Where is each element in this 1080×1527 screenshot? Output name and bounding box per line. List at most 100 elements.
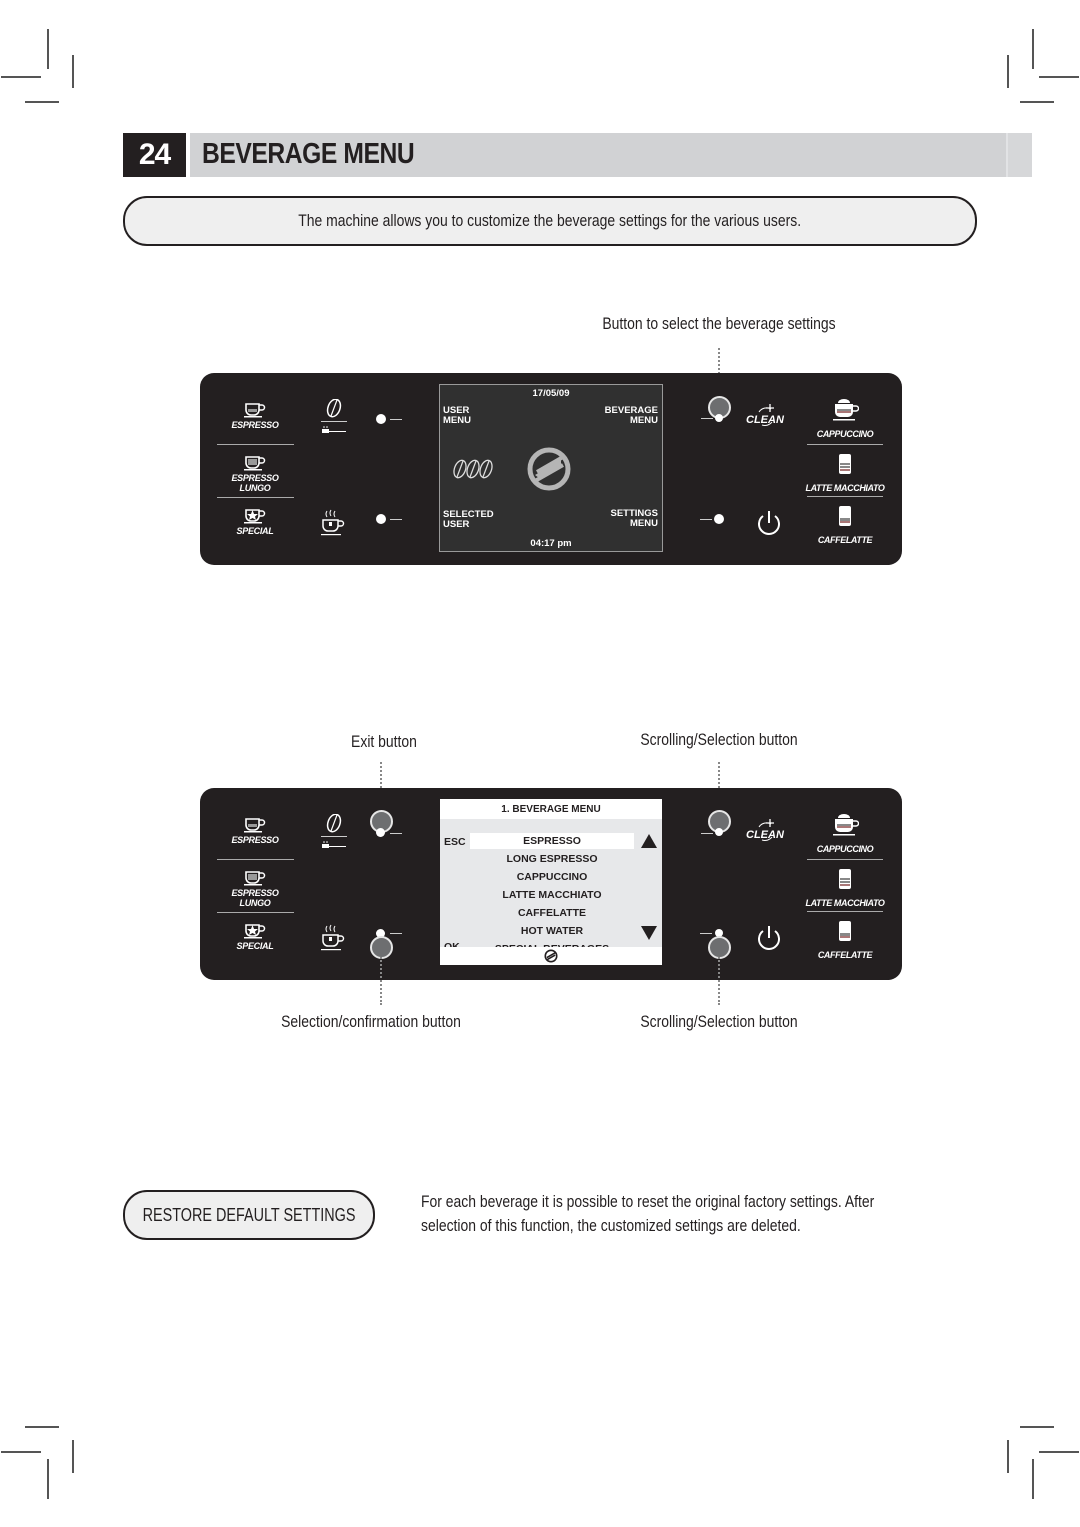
selection-confirmation-button[interactable] bbox=[370, 936, 393, 959]
caffelatte-glass-icon bbox=[839, 506, 851, 526]
led-dash bbox=[390, 833, 402, 834]
crop-mark bbox=[25, 101, 59, 103]
latte-macchiato-button[interactable]: LATTE MACCHIATO bbox=[805, 452, 885, 493]
led-dash bbox=[701, 418, 713, 419]
power-button[interactable] bbox=[756, 509, 782, 537]
cappuccino-button[interactable]: CAPPUCCINO bbox=[805, 813, 885, 854]
crop-mark bbox=[1, 1451, 41, 1453]
crop-mark bbox=[1, 76, 41, 78]
cappuccino-cup-icon bbox=[833, 814, 860, 836]
menu-item[interactable]: CAPPUCCINO bbox=[470, 869, 634, 885]
latte-macchiato-glass-icon bbox=[839, 454, 851, 474]
caffelatte-label: CAFFELATTE bbox=[817, 535, 873, 545]
espresso-lungo-button[interactable]: ESPRESSO LUNGO bbox=[216, 869, 294, 908]
caption-scroll-bottom-wrap: Scrolling/Selection button bbox=[590, 1012, 848, 1032]
arrow-up-icon bbox=[641, 834, 657, 848]
restore-default-settings-label: RESTORE DEFAULT SETTINGS bbox=[123, 1190, 375, 1240]
caption-scroll-top: Scrolling/Selection button bbox=[640, 730, 798, 749]
aroma-bean-icon[interactable] bbox=[320, 814, 348, 852]
latte-macchiato-button[interactable]: LATTE MACCHIATO bbox=[805, 867, 885, 908]
caffelatte-button[interactable]: CAFFELATTE bbox=[805, 919, 885, 960]
restore-label-text: RESTORE DEFAULT SETTINGS bbox=[142, 1204, 356, 1225]
leader-line bbox=[380, 957, 382, 1005]
screen-time: 04:17 pm bbox=[530, 538, 572, 549]
crop-mark bbox=[1020, 101, 1054, 103]
caption-exit-wrap: Exit button bbox=[300, 732, 468, 752]
led-indicator bbox=[376, 514, 386, 524]
espresso-label: ESPRESSO bbox=[231, 835, 279, 845]
clean-button[interactable]: CLEAN bbox=[746, 404, 784, 426]
divider bbox=[217, 859, 294, 860]
menu-title: 1. BEVERAGE MENU bbox=[440, 799, 662, 819]
special-button[interactable]: SPECIAL bbox=[216, 507, 294, 536]
esc-label: ESC bbox=[444, 836, 466, 848]
crop-mark bbox=[1032, 1459, 1034, 1499]
section-title: BEVERAGE MENU bbox=[202, 138, 415, 170]
caption-scroll-top-wrap: Scrolling/Selection button bbox=[590, 730, 848, 750]
hot-water-icon[interactable] bbox=[320, 509, 348, 539]
crop-mark bbox=[72, 55, 74, 88]
crop-mark bbox=[47, 29, 49, 69]
led-dash bbox=[700, 519, 712, 520]
crop-mark bbox=[25, 1426, 59, 1428]
restore-description: For each beverage it is possible to rese… bbox=[421, 1192, 875, 1235]
user-menu-label: USER MENU bbox=[443, 405, 471, 426]
arrow-down-icon bbox=[641, 926, 657, 940]
crop-mark bbox=[1007, 55, 1009, 88]
led-dash bbox=[390, 933, 402, 934]
scroll-down-button[interactable] bbox=[708, 936, 731, 959]
title-bar-tail bbox=[1006, 133, 1032, 177]
cappuccino-button[interactable]: CAPPUCCINO bbox=[805, 398, 885, 439]
menu-item[interactable]: LONG ESPRESSO bbox=[470, 851, 634, 867]
clean-arrow-icon bbox=[758, 819, 774, 841]
special-button[interactable]: SPECIAL bbox=[216, 922, 294, 951]
saeco-logo-icon bbox=[527, 447, 571, 491]
espresso-lungo-button[interactable]: ESPRESSO LUNGO bbox=[216, 454, 294, 493]
aroma-bean-icon[interactable] bbox=[320, 399, 348, 437]
menu-footer bbox=[440, 947, 662, 965]
screen-date: 17/05/09 bbox=[532, 388, 570, 399]
caffelatte-button[interactable]: CAFFELATTE bbox=[805, 504, 885, 545]
selected-user-label: SELECTED USER bbox=[443, 509, 494, 530]
crop-mark bbox=[47, 1459, 49, 1499]
crop-mark bbox=[1039, 1451, 1079, 1453]
crop-mark bbox=[72, 1440, 74, 1473]
divider bbox=[807, 911, 883, 912]
divider bbox=[217, 497, 294, 498]
special-label: SPECIAL bbox=[236, 941, 274, 951]
control-panel-beverage-menu: ESPRESSO ESPRESSO LUNGO SPECIAL 1. BEVER… bbox=[200, 788, 902, 980]
espresso-button[interactable]: ESPRESSO bbox=[216, 401, 294, 430]
espresso-lungo-label: ESPRESSO LUNGO bbox=[231, 888, 279, 908]
menu-item[interactable]: LATTE MACCHIATO bbox=[470, 887, 634, 903]
section-number: 24 bbox=[123, 133, 186, 177]
led-indicator bbox=[715, 828, 723, 836]
menu-item[interactable]: CAFFELATTE bbox=[470, 905, 634, 921]
crop-mark bbox=[1039, 76, 1079, 78]
crop-mark bbox=[1007, 1440, 1009, 1473]
beverage-menu-label: BEVERAGE MENU bbox=[604, 405, 658, 426]
led-dash bbox=[700, 933, 712, 934]
caffelatte-label: CAFFELATTE bbox=[817, 950, 873, 960]
settings-menu-label: SETTINGS MENU bbox=[610, 508, 658, 529]
menu-item[interactable]: HOT WATER bbox=[470, 923, 634, 939]
divider bbox=[807, 496, 883, 497]
special-label: SPECIAL bbox=[236, 526, 274, 536]
led-indicator bbox=[376, 414, 386, 424]
control-panel-home: ESPRESSO ESPRESSO LUNGO SPECIAL 17/05/09… bbox=[200, 373, 902, 565]
saeco-logo-icon bbox=[544, 949, 558, 963]
crop-mark bbox=[1020, 1426, 1054, 1428]
espresso-button[interactable]: ESPRESSO bbox=[216, 816, 294, 845]
divider bbox=[807, 444, 883, 445]
espresso-lungo-label: ESPRESSO LUNGO bbox=[231, 473, 279, 493]
caption-select-confirm: Selection/confirmation button bbox=[281, 1012, 461, 1031]
led-indicator bbox=[715, 414, 723, 422]
clean-button[interactable]: CLEAN bbox=[746, 819, 784, 841]
three-beans-icon bbox=[453, 459, 493, 479]
leader-line bbox=[718, 957, 720, 1005]
power-button[interactable] bbox=[756, 924, 782, 952]
menu-item-selected[interactable]: ESPRESSO bbox=[470, 833, 634, 849]
hot-water-icon[interactable] bbox=[320, 924, 348, 954]
cappuccino-cup-icon bbox=[833, 399, 860, 421]
caption-exit: Exit button bbox=[351, 732, 417, 751]
espresso-lungo-cup-icon bbox=[244, 456, 266, 471]
